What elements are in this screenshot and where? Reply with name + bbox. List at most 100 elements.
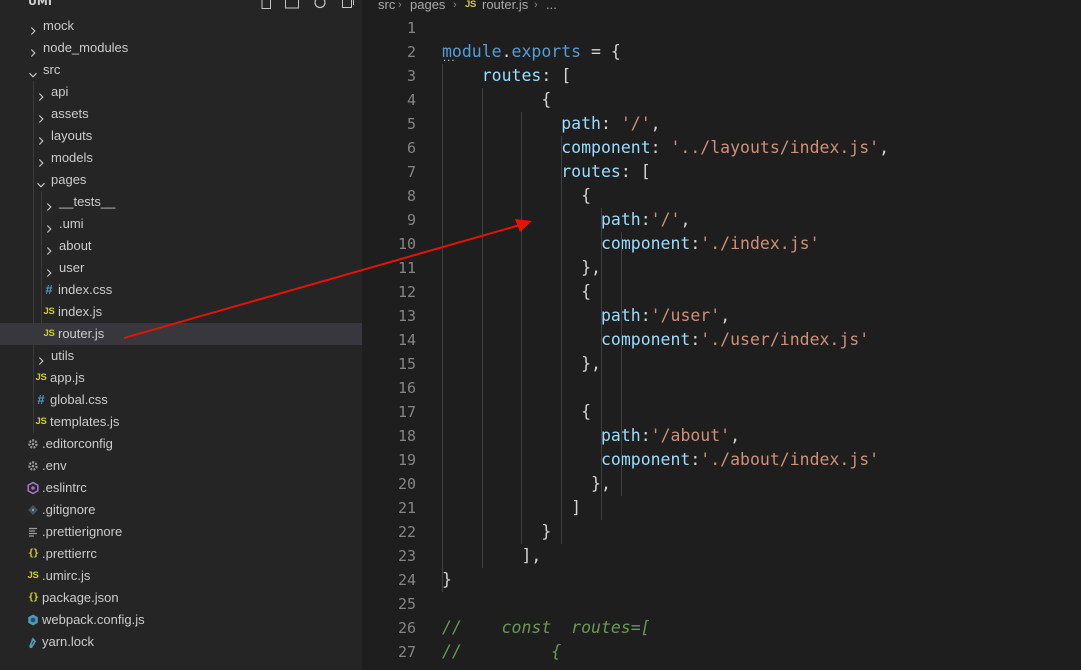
new-file-icon[interactable]	[258, 0, 274, 10]
code-token: :	[690, 234, 701, 253]
tree-file[interactable]: # global.css	[0, 389, 362, 411]
js-file-icon: JS	[27, 570, 39, 581]
tree-folder[interactable]: utils	[0, 345, 362, 367]
code-editor[interactable]: src › pages › JS router.js › ... 1234567…	[362, 0, 1081, 670]
code-token: {	[442, 282, 592, 301]
chevron-down-icon[interactable]	[28, 65, 38, 78]
line-number-gutter: 1 2 3 4 5 6 7 8 9 10 11 12 13 14 15 16 17 18 19 20 21 22 23 24 2…	[362, 16, 416, 664]
breadcrumb-separator: ›	[453, 0, 457, 11]
tree-file[interactable]: JS app.js	[0, 367, 362, 389]
js-file-icon: JS	[465, 0, 477, 10]
chevron-right-icon[interactable]	[44, 219, 54, 233]
new-folder-icon[interactable]	[284, 0, 300, 10]
chevron-right-icon[interactable]	[28, 21, 38, 35]
chevron-right-icon[interactable]	[44, 263, 54, 277]
code-token: :	[690, 330, 701, 349]
code-line: {	[442, 184, 1081, 208]
code-token: path	[600, 210, 641, 229]
breadcrumb-src[interactable]: src	[378, 0, 395, 16]
code-line: },	[442, 472, 1081, 496]
tree-file[interactable]: .prettierignore	[0, 521, 362, 543]
code-line: path:'/user',	[442, 304, 1081, 328]
breadcrumb-file[interactable]: router.js	[482, 0, 528, 16]
tree-item-label: index.js	[58, 304, 103, 319]
code-line: },	[442, 256, 1081, 280]
refresh-icon[interactable]	[312, 0, 328, 10]
tree-item-label: global.css	[50, 392, 108, 407]
code-area[interactable]: module.exports = { routes: [ { path: '/'…	[442, 16, 1081, 664]
tree-folder[interactable]: layouts	[0, 125, 362, 147]
tree-item-label: .umirc.js	[42, 568, 91, 583]
code-token: component	[600, 450, 691, 469]
breadcrumb-symbols[interactable]: ...	[546, 0, 557, 16]
code-token: '/about'	[650, 426, 731, 445]
code-token: :	[640, 306, 651, 325]
css-file-icon: #	[37, 392, 45, 407]
code-token: : [	[541, 66, 572, 85]
tree-file[interactable]: JS templates.js	[0, 411, 362, 433]
line-number: 6	[406, 139, 416, 157]
tree-folder[interactable]: pages	[0, 169, 362, 191]
chevron-right-icon[interactable]	[44, 241, 54, 255]
tree-file[interactable]: yarn.lock	[0, 631, 362, 653]
tree-file[interactable]: # index.css	[0, 279, 362, 301]
code-line: {	[442, 400, 1081, 424]
tree-folder[interactable]: assets	[0, 103, 362, 125]
tree-folder[interactable]: about	[0, 235, 362, 257]
code-token: './index.js'	[700, 234, 820, 253]
tree-folder[interactable]: models	[0, 147, 362, 169]
tree-folder[interactable]: __tests__	[0, 191, 362, 213]
tree-file[interactable]: .editorconfig	[0, 433, 362, 455]
tree-file[interactable]: JS .umirc.js	[0, 565, 362, 587]
tree-item-label: .umi	[59, 216, 84, 231]
tree-folder[interactable]: src	[0, 59, 362, 81]
code-line: path:'/about',	[442, 424, 1081, 448]
chevron-right-icon[interactable]	[36, 87, 46, 101]
chevron-right-icon[interactable]	[36, 153, 46, 167]
line-number: 9	[406, 211, 416, 229]
chevron-down-icon[interactable]	[36, 175, 46, 188]
line-number: 25	[397, 595, 416, 613]
tree-file[interactable]: JS index.js	[0, 301, 362, 323]
tree-item-label: .eslintrc	[42, 480, 87, 495]
chevron-right-icon[interactable]	[44, 197, 54, 211]
code-line: {	[442, 88, 1081, 112]
tree-folder[interactable]: user	[0, 257, 362, 279]
git-icon	[25, 499, 41, 521]
tree-folder[interactable]: .umi	[0, 213, 362, 235]
css-file-icon: #	[45, 282, 53, 297]
tree-file[interactable]: .gitignore	[0, 499, 362, 521]
breadcrumb-pages[interactable]: pages	[410, 0, 445, 16]
tree-file[interactable]: .env	[0, 455, 362, 477]
code-token: // const routes=[	[442, 618, 651, 637]
chevron-right-icon[interactable]	[36, 131, 46, 145]
code-token: exports	[511, 42, 582, 61]
tree-file[interactable]: JS router.js	[0, 323, 362, 345]
chevron-right-icon[interactable]	[36, 351, 46, 365]
line-number: 11	[397, 259, 416, 277]
explorer-title[interactable]: UMI	[28, 0, 52, 8]
code-token: ,	[680, 210, 691, 229]
tree-folder[interactable]: mock	[0, 15, 362, 37]
code-token: './user/index.js'	[700, 330, 870, 349]
collapse-all-icon[interactable]	[340, 0, 356, 10]
tree-file[interactable]: webpack.config.js	[0, 609, 362, 631]
tree-item-label: src	[43, 62, 61, 77]
code-token: ,	[720, 306, 731, 325]
tree-file[interactable]: .eslintrc	[0, 477, 362, 499]
code-token: component	[561, 138, 651, 157]
tree-item-label: about	[59, 238, 92, 253]
tree-folder[interactable]: node_modules	[0, 37, 362, 59]
tree-file[interactable]: {} .prettierrc	[0, 543, 362, 565]
json-file-icon: {}	[27, 548, 39, 559]
chevron-right-icon[interactable]	[28, 43, 38, 57]
chevron-right-icon[interactable]	[36, 109, 46, 123]
tree-folder[interactable]: api	[0, 81, 362, 103]
code-line: ],	[442, 544, 1081, 568]
line-number: 13	[397, 307, 416, 325]
code-token: :	[640, 210, 651, 229]
tree-file[interactable]: {} package.json	[0, 587, 362, 609]
